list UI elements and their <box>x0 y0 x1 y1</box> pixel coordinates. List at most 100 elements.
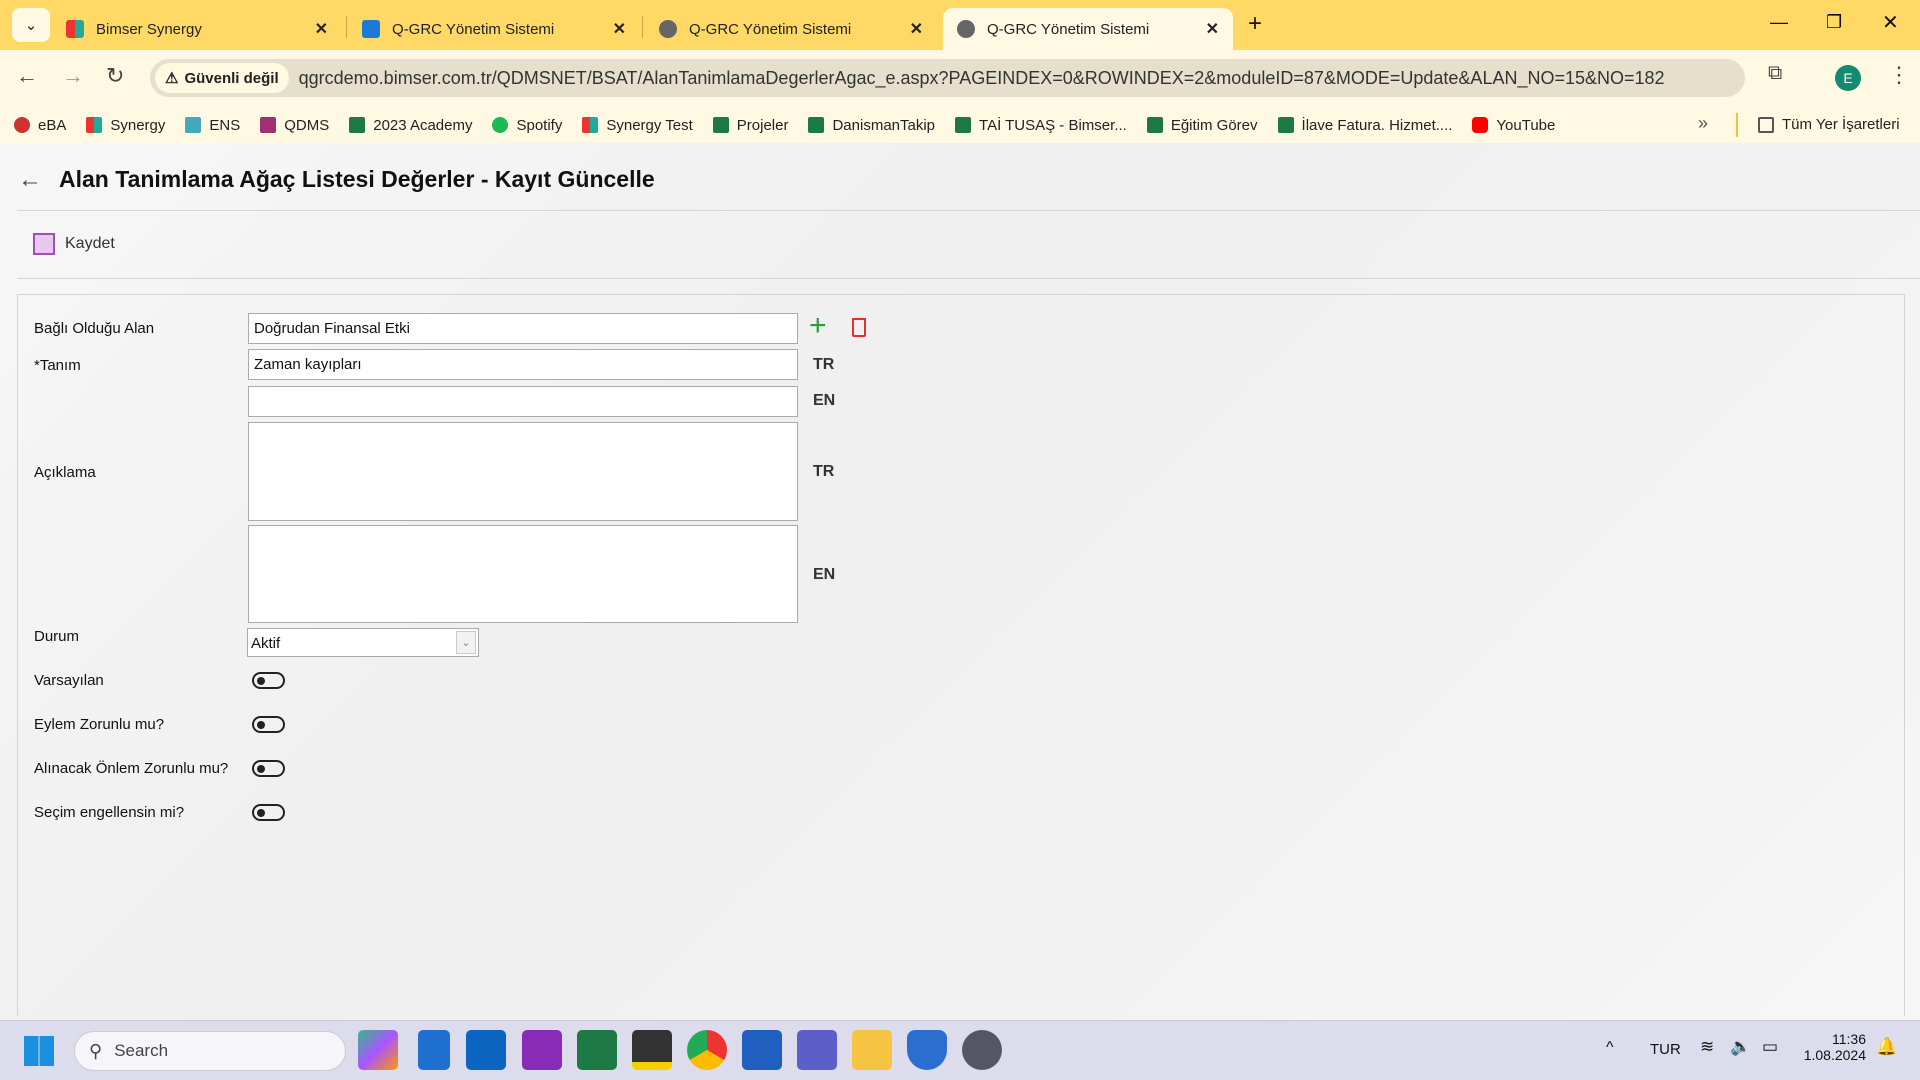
warning-icon: ⚠ <box>165 70 179 87</box>
block-selection-toggle[interactable] <box>252 804 285 821</box>
lang-en-label: EN <box>813 566 836 583</box>
bookmark[interactable]: Synergy Test <box>582 117 693 134</box>
bookmark[interactable]: DanismanTakip <box>808 117 935 134</box>
volume-icon[interactable]: 🔈 <box>1730 1037 1751 1057</box>
close-tab-icon[interactable]: ✕ <box>613 19 626 39</box>
extensions-icon[interactable]: ⧉ <box>1768 62 1782 85</box>
description-tr-textarea[interactable] <box>248 422 798 521</box>
name-tr-input[interactable] <box>248 349 798 380</box>
bookmark[interactable]: eBA <box>14 117 66 134</box>
teams-icon[interactable] <box>797 1030 837 1070</box>
back-arrow-icon[interactable]: ← <box>18 166 42 194</box>
tab-search-button[interactable]: ⌄ <box>12 8 50 42</box>
close-tab-icon[interactable]: ✕ <box>315 19 328 39</box>
name-en-input[interactable] <box>248 386 798 417</box>
bookmark[interactable]: Projeler <box>712 117 788 134</box>
bookmark[interactable]: Spotify <box>492 117 562 134</box>
onenote-icon[interactable] <box>522 1030 562 1070</box>
measure-required-toggle[interactable] <box>252 760 285 777</box>
bookmark[interactable]: QDMS <box>260 117 329 134</box>
new-tab-button[interactable]: + <box>1248 10 1262 38</box>
outlook-icon[interactable] <box>466 1030 506 1070</box>
bookmark[interactable]: Eğitim Görev <box>1146 117 1258 134</box>
qgrc-icon <box>362 20 380 38</box>
parent-field-label: Bağlı Olduğu Alan <box>34 320 155 337</box>
close-window-button[interactable]: ✕ <box>1882 10 1899 35</box>
lang-tr-label: TR <box>813 356 835 373</box>
status-label: Durum <box>34 628 80 645</box>
more-bookmarks-icon[interactable]: » <box>1698 113 1708 134</box>
toggle-label: Alınacak Önlem Zorunlu mu? <box>34 760 229 777</box>
tab[interactable]: Q-GRC Yönetim Sistemi ✕ <box>348 8 640 50</box>
clock[interactable]: 11:36 1.08.2024 <box>1800 1031 1866 1063</box>
security-shield-icon[interactable] <box>907 1030 947 1070</box>
bookmark[interactable]: İlave Fatura. Hizmet.... <box>1277 117 1452 134</box>
bookmark[interactable]: Synergy <box>86 117 165 134</box>
chrome-icon[interactable] <box>687 1030 727 1070</box>
toggle-label: Seçim engellensin mi? <box>34 804 185 821</box>
ens-icon <box>185 117 202 133</box>
bookmark[interactable]: YouTube <box>1472 117 1555 134</box>
add-icon[interactable]: + <box>809 309 827 343</box>
description-label: Açıklama <box>34 464 96 481</box>
excel-icon <box>712 117 729 133</box>
language-indicator[interactable]: TUR <box>1650 1041 1681 1058</box>
save-button[interactable]: Kaydet <box>33 233 115 255</box>
synergy-icon <box>66 20 84 38</box>
description-en-textarea[interactable] <box>248 525 798 623</box>
lang-tr-label: TR <box>813 463 835 480</box>
status-select[interactable]: Aktif ⌄ <box>247 628 479 657</box>
notification-bell-icon[interactable]: 🔔 <box>1876 1037 1897 1057</box>
wifi-icon[interactable]: ≋ <box>1700 1037 1714 1057</box>
excel-icon[interactable] <box>577 1030 617 1070</box>
forward-icon[interactable]: → <box>62 63 84 89</box>
address-bar[interactable]: ⚠ Güvenli değil qgrcdemo.bimser.com.tr/QD… <box>150 59 1745 97</box>
name-field-label: *Tanım <box>34 357 81 374</box>
action-required-toggle[interactable] <box>252 716 285 733</box>
search-icon: ⚲ <box>89 1040 103 1061</box>
windows-start-icon[interactable] <box>24 1036 54 1066</box>
default-toggle[interactable] <box>252 672 285 689</box>
chevron-down-icon[interactable]: ⌄ <box>456 631 476 654</box>
profile-avatar[interactable]: E <box>1835 65 1861 91</box>
synergy-icon <box>582 117 599 133</box>
chevron-up-icon[interactable]: ^ <box>1606 1039 1614 1057</box>
lang-en-label: EN <box>813 392 836 409</box>
parent-field-input[interactable] <box>248 313 798 344</box>
trash-icon[interactable] <box>852 318 866 337</box>
copilot-icon[interactable] <box>358 1030 398 1070</box>
taskbar-search[interactable]: ⚲ Search <box>74 1031 346 1071</box>
spotify-icon <box>492 117 509 133</box>
tab-active[interactable]: Q-GRC Yönetim Sistemi ✕ <box>943 8 1233 50</box>
bookmark[interactable]: TAİ TUSAŞ - Bimser... <box>955 117 1127 134</box>
toggle-label: Eylem Zorunlu mu? <box>34 716 165 733</box>
back-icon[interactable]: ← <box>16 63 38 89</box>
bookmarks-bar: eBA Synergy ENS QDMS 2023 Academy Spotif… <box>0 107 1920 143</box>
file-explorer-icon[interactable] <box>852 1030 892 1070</box>
widgets-icon[interactable] <box>418 1030 450 1070</box>
settings-gear-icon[interactable] <box>962 1030 1002 1070</box>
bookmark[interactable]: 2023 Academy <box>349 117 472 134</box>
reload-icon[interactable]: ↻ <box>106 63 124 89</box>
battery-icon[interactable]: ▭ <box>1762 1037 1778 1057</box>
url-text[interactable]: qgrcdemo.bimser.com.tr/QDMSNET/BSAT/Alan… <box>299 68 1665 89</box>
restore-button[interactable]: ❐ <box>1826 12 1842 33</box>
minimize-button[interactable]: — <box>1770 12 1788 33</box>
all-bookmarks[interactable]: Tüm Yer İşaretleri <box>1758 116 1900 133</box>
close-tab-icon[interactable]: ✕ <box>910 19 923 39</box>
sticky-notes-icon[interactable] <box>632 1030 672 1070</box>
tab-bar: ⌄ Bimser Synergy ✕ Q-GRC Yönetim Sistemi ✕… <box>0 0 1920 50</box>
close-tab-icon[interactable]: ✕ <box>1206 19 1219 39</box>
excel-icon <box>349 117 366 133</box>
tab[interactable]: Q-GRC Yönetim Sistemi ✕ <box>645 8 937 50</box>
floppy-disk-icon <box>33 233 55 255</box>
menu-icon[interactable]: ⋮ <box>1888 62 1910 88</box>
globe-icon <box>659 20 677 38</box>
security-chip[interactable]: ⚠ Güvenli değil <box>155 63 289 93</box>
folder-icon <box>1758 116 1774 133</box>
excel-icon <box>1146 117 1163 133</box>
bookmark[interactable]: ENS <box>185 117 240 134</box>
word-icon[interactable] <box>742 1030 782 1070</box>
tab[interactable]: Bimser Synergy ✕ <box>52 8 342 50</box>
globe-icon <box>957 20 975 38</box>
